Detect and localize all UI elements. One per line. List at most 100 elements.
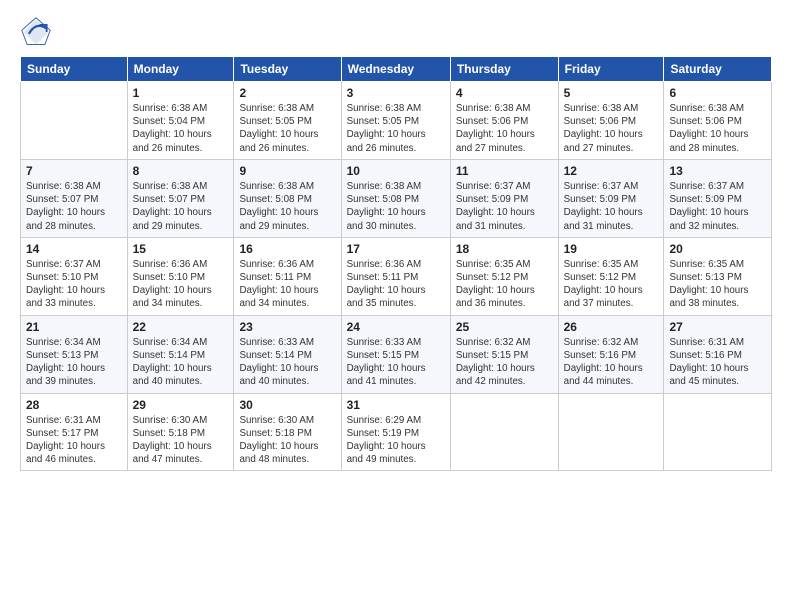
calendar-cell: 22Sunrise: 6:34 AMSunset: 5:14 PMDayligh… xyxy=(127,315,234,393)
calendar-cell: 8Sunrise: 6:38 AMSunset: 5:07 PMDaylight… xyxy=(127,159,234,237)
calendar-cell: 21 Sunrise: 6:34 AMSunset: 5:13 PMDayligh… xyxy=(21,315,128,393)
day-number: 29 xyxy=(133,398,229,412)
calendar-cell: 19 Sunrise: 6:35 AMSunset: 5:12 PMDayligh… xyxy=(558,237,664,315)
day-number: 25 xyxy=(456,320,553,334)
day-info: Sunrise: 6:38 AMSunset: 5:05 PMDaylight:… xyxy=(347,102,445,155)
day-number: 20 xyxy=(669,242,766,256)
day-info: Sunrise: 6:31 AMSunset: 5:16 PMDaylight:… xyxy=(669,336,766,389)
day-number: 18 xyxy=(456,242,553,256)
calendar-cell: 13Sunrise: 6:37 AMSunset: 5:09 PMDayligh… xyxy=(664,159,772,237)
day-number: 7 xyxy=(26,164,122,178)
calendar-cell: 2 Sunrise: 6:38 AMSunset: 5:05 PMDaylight… xyxy=(234,82,341,160)
calendar-cell: 17 Sunrise: 6:36 AMSunset: 5:11 PMDayligh… xyxy=(341,237,450,315)
day-number: 21 xyxy=(26,320,122,334)
week-row-1: 1Sunrise: 6:38 AMSunset: 5:04 PMDaylight… xyxy=(21,82,772,160)
day-header-monday: Monday xyxy=(127,57,234,82)
day-info: Sunrise: 6:31 AMSunset: 5:17 PMDaylight:… xyxy=(26,414,122,467)
day-number: 30 xyxy=(239,398,335,412)
calendar-cell: 27 Sunrise: 6:31 AMSunset: 5:16 PMDayligh… xyxy=(664,315,772,393)
day-info: Sunrise: 6:38 AMSunset: 5:08 PMDaylight:… xyxy=(347,180,445,233)
calendar-cell: 26 Sunrise: 6:32 AMSunset: 5:16 PMDayligh… xyxy=(558,315,664,393)
day-number: 15 xyxy=(133,242,229,256)
day-info: Sunrise: 6:33 AMSunset: 5:14 PMDaylight:… xyxy=(239,336,335,389)
day-number: 28 xyxy=(26,398,122,412)
day-number: 27 xyxy=(669,320,766,334)
day-number: 12 xyxy=(564,164,659,178)
calendar-cell: 20 Sunrise: 6:35 AMSunset: 5:13 PMDayligh… xyxy=(664,237,772,315)
logo-icon xyxy=(20,16,52,48)
calendar-cell: 14 Sunrise: 6:37 AMSunset: 5:10 PMDayligh… xyxy=(21,237,128,315)
day-header-wednesday: Wednesday xyxy=(341,57,450,82)
week-row-3: 14 Sunrise: 6:37 AMSunset: 5:10 PMDayligh… xyxy=(21,237,772,315)
day-info: Sunrise: 6:30 AMSunset: 5:18 PMDaylight:… xyxy=(133,414,229,467)
calendar-cell: 23 Sunrise: 6:33 AMSunset: 5:14 PMDayligh… xyxy=(234,315,341,393)
calendar-cell xyxy=(558,393,664,471)
day-number: 5 xyxy=(564,86,659,100)
calendar-cell: 1Sunrise: 6:38 AMSunset: 5:04 PMDaylight… xyxy=(127,82,234,160)
calendar-cell: 5 Sunrise: 6:38 AMSunset: 5:06 PMDaylight… xyxy=(558,82,664,160)
day-info: Sunrise: 6:36 AMSunset: 5:10 PMDaylight:… xyxy=(133,258,229,311)
day-number: 8 xyxy=(133,164,229,178)
day-info: Sunrise: 6:32 AMSunset: 5:16 PMDaylight:… xyxy=(564,336,659,389)
day-header-sunday: Sunday xyxy=(21,57,128,82)
calendar-cell: 12 Sunrise: 6:37 AMSunset: 5:09 PMDayligh… xyxy=(558,159,664,237)
day-info: Sunrise: 6:38 AMSunset: 5:06 PMDaylight:… xyxy=(669,102,766,155)
page: SundayMondayTuesdayWednesdayThursdayFrid… xyxy=(0,0,792,612)
calendar-cell: 28 Sunrise: 6:31 AMSunset: 5:17 PMDayligh… xyxy=(21,393,128,471)
calendar-cell: 18 Sunrise: 6:35 AMSunset: 5:12 PMDayligh… xyxy=(450,237,558,315)
day-number: 4 xyxy=(456,86,553,100)
week-row-4: 21 Sunrise: 6:34 AMSunset: 5:13 PMDayligh… xyxy=(21,315,772,393)
day-info: Sunrise: 6:37 AMSunset: 5:09 PMDaylight:… xyxy=(564,180,659,233)
day-info: Sunrise: 6:36 AMSunset: 5:11 PMDaylight:… xyxy=(347,258,445,311)
day-info: Sunrise: 6:38 AMSunset: 5:06 PMDaylight:… xyxy=(456,102,553,155)
day-header-tuesday: Tuesday xyxy=(234,57,341,82)
calendar-cell: 16Sunrise: 6:36 AMSunset: 5:11 PMDayligh… xyxy=(234,237,341,315)
day-number: 17 xyxy=(347,242,445,256)
day-number: 13 xyxy=(669,164,766,178)
day-info: Sunrise: 6:38 AMSunset: 5:06 PMDaylight:… xyxy=(564,102,659,155)
day-info: Sunrise: 6:33 AMSunset: 5:15 PMDaylight:… xyxy=(347,336,445,389)
calendar-cell xyxy=(664,393,772,471)
calendar-table: SundayMondayTuesdayWednesdayThursdayFrid… xyxy=(20,56,772,471)
day-number: 31 xyxy=(347,398,445,412)
calendar-cell: 4 Sunrise: 6:38 AMSunset: 5:06 PMDaylight… xyxy=(450,82,558,160)
day-info: Sunrise: 6:30 AMSunset: 5:18 PMDaylight:… xyxy=(239,414,335,467)
calendar-cell: 7 Sunrise: 6:38 AMSunset: 5:07 PMDaylight… xyxy=(21,159,128,237)
week-row-5: 28 Sunrise: 6:31 AMSunset: 5:17 PMDayligh… xyxy=(21,393,772,471)
day-number: 26 xyxy=(564,320,659,334)
day-number: 6 xyxy=(669,86,766,100)
calendar-cell: 6 Sunrise: 6:38 AMSunset: 5:06 PMDaylight… xyxy=(664,82,772,160)
day-header-friday: Friday xyxy=(558,57,664,82)
day-number: 23 xyxy=(239,320,335,334)
calendar-cell: 30 Sunrise: 6:30 AMSunset: 5:18 PMDayligh… xyxy=(234,393,341,471)
day-number: 14 xyxy=(26,242,122,256)
day-number: 19 xyxy=(564,242,659,256)
day-info: Sunrise: 6:34 AMSunset: 5:13 PMDaylight:… xyxy=(26,336,122,389)
day-info: Sunrise: 6:38 AMSunset: 5:04 PMDaylight:… xyxy=(133,102,229,155)
logo xyxy=(20,16,56,48)
calendar-cell: 29 Sunrise: 6:30 AMSunset: 5:18 PMDayligh… xyxy=(127,393,234,471)
day-number: 9 xyxy=(239,164,335,178)
calendar-cell: 10Sunrise: 6:38 AMSunset: 5:08 PMDayligh… xyxy=(341,159,450,237)
day-info: Sunrise: 6:38 AMSunset: 5:07 PMDaylight:… xyxy=(26,180,122,233)
day-info: Sunrise: 6:35 AMSunset: 5:13 PMDaylight:… xyxy=(669,258,766,311)
day-info: Sunrise: 6:35 AMSunset: 5:12 PMDaylight:… xyxy=(564,258,659,311)
day-number: 2 xyxy=(239,86,335,100)
calendar-cell: 11 Sunrise: 6:37 AMSunset: 5:09 PMDayligh… xyxy=(450,159,558,237)
day-header-thursday: Thursday xyxy=(450,57,558,82)
day-info: Sunrise: 6:38 AMSunset: 5:05 PMDaylight:… xyxy=(239,102,335,155)
calendar-cell: 25 Sunrise: 6:32 AMSunset: 5:15 PMDayligh… xyxy=(450,315,558,393)
day-number: 11 xyxy=(456,164,553,178)
day-info: Sunrise: 6:29 AMSunset: 5:19 PMDaylight:… xyxy=(347,414,445,467)
day-info: Sunrise: 6:37 AMSunset: 5:09 PMDaylight:… xyxy=(456,180,553,233)
day-info: Sunrise: 6:35 AMSunset: 5:12 PMDaylight:… xyxy=(456,258,553,311)
week-row-2: 7 Sunrise: 6:38 AMSunset: 5:07 PMDaylight… xyxy=(21,159,772,237)
day-info: Sunrise: 6:38 AMSunset: 5:08 PMDaylight:… xyxy=(239,180,335,233)
header xyxy=(20,16,772,48)
calendar-cell: 31 Sunrise: 6:29 AMSunset: 5:19 PMDayligh… xyxy=(341,393,450,471)
day-info: Sunrise: 6:37 AMSunset: 5:10 PMDaylight:… xyxy=(26,258,122,311)
day-info: Sunrise: 6:32 AMSunset: 5:15 PMDaylight:… xyxy=(456,336,553,389)
day-info: Sunrise: 6:34 AMSunset: 5:14 PMDaylight:… xyxy=(133,336,229,389)
calendar-cell xyxy=(450,393,558,471)
day-number: 16 xyxy=(239,242,335,256)
